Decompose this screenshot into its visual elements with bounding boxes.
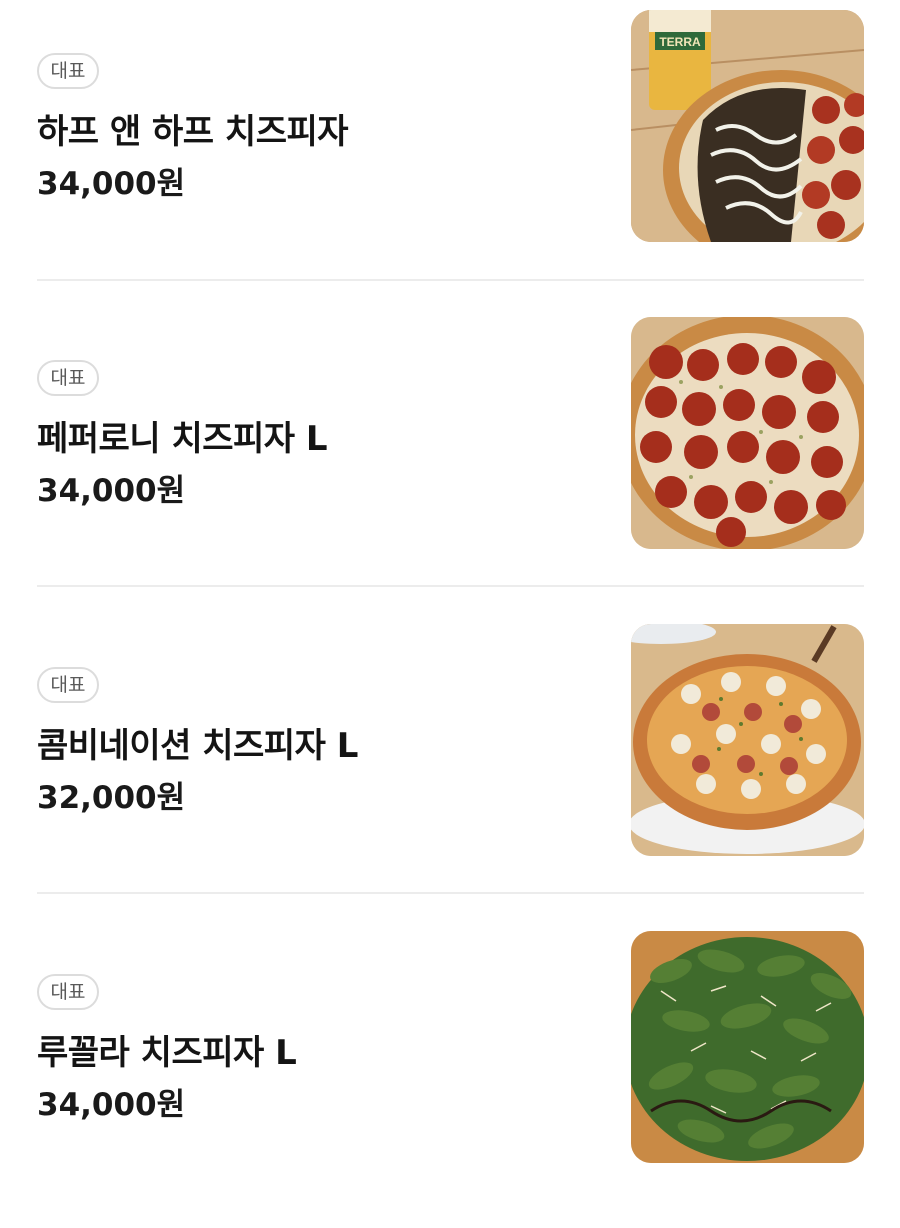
pizza-photo-graphic [631,931,864,1163]
menu-item-name[interactable]: 콤비네이션 치즈피자 L [37,718,358,767]
menu-item-price: 32,000원 [37,780,186,816]
menu-item-pepperoni[interactable]: 대표 페퍼로니 치즈피자 L 34,000원 [0,307,900,614]
menu-item-name[interactable]: 루꼴라 치즈피자 L [37,1025,297,1074]
signature-badge: 대표 [37,667,99,703]
menu-item-price: 34,000원 [37,166,186,202]
arugula-pizza-photo[interactable] [631,931,864,1163]
menu-item-half-and-half[interactable]: 대표 하프 앤 하프 치즈피자 34,000원 TERRA [0,0,900,307]
beer-brand-text: TERRA [659,35,701,49]
pizza-photo-graphic [631,317,864,549]
signature-badge: 대표 [37,53,99,89]
half-and-half-pizza-photo[interactable]: TERRA [631,10,864,242]
menu-item-name[interactable]: 하프 앤 하프 치즈피자 [37,104,349,153]
divider [37,585,864,587]
pepperoni-pizza-photo[interactable] [631,317,864,549]
menu-item-arugula[interactable]: 대표 루꼴라 치즈피자 L 34,000원 [0,921,900,1228]
menu-list: 대표 하프 앤 하프 치즈피자 34,000원 TERRA 대표 페퍼로니 치즈… [0,0,900,1185]
menu-item-price: 34,000원 [37,473,186,509]
pizza-photo-graphic: TERRA [631,10,864,242]
menu-item-name[interactable]: 페퍼로니 치즈피자 L [37,411,328,460]
combination-pizza-photo[interactable] [631,624,864,856]
signature-badge: 대표 [37,360,99,396]
pizza-photo-graphic [631,624,864,856]
signature-badge: 대표 [37,974,99,1010]
divider [37,892,864,894]
menu-item-price: 34,000원 [37,1087,186,1123]
menu-item-combination[interactable]: 대표 콤비네이션 치즈피자 L 32,000원 [0,614,900,921]
divider [37,279,864,281]
